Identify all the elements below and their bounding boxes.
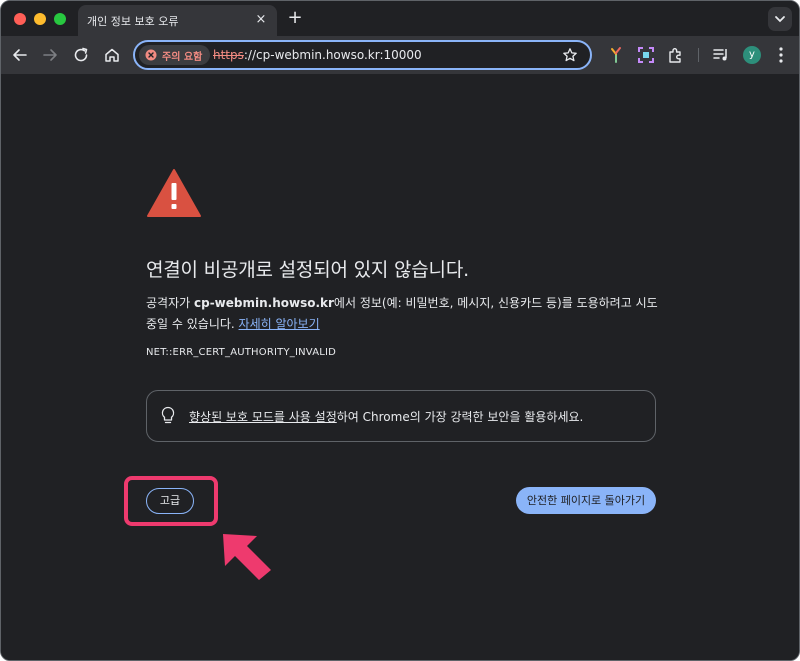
learn-more-link[interactable]: 자세히 알아보기	[239, 317, 320, 331]
browser-window: 개인 정보 보호 오류 × + 주의 요함 https://cp-webmin.…	[0, 0, 800, 661]
enhanced-protection-link[interactable]: 향상된 보호 모드를 사용 설정	[189, 410, 337, 424]
enhanced-protection-banner: 향상된 보호 모드를 사용 설정하여 Chrome의 가장 강력한 보안을 활용…	[146, 390, 656, 442]
tab-search-button[interactable]	[768, 7, 792, 31]
extension-plant-icon[interactable]	[607, 46, 625, 64]
warning-triangle-icon	[147, 169, 201, 217]
toolbar: 주의 요함 https://cp-webmin.howso.kr:10000 y	[1, 36, 799, 74]
explanation-host: cp-webmin.howso.kr	[193, 296, 334, 310]
pointer-arrow-icon	[223, 534, 271, 580]
back-arrow-icon[interactable]	[10, 45, 30, 65]
media-queue-icon[interactable]	[712, 46, 730, 64]
toolbar-separator	[698, 48, 699, 62]
home-icon[interactable]	[102, 45, 122, 65]
page-title: 연결이 비공개로 설정되어 있지 않습니다.	[146, 259, 469, 281]
url-scheme: https	[213, 48, 244, 62]
tab-title: 개인 정보 보호 오류	[87, 15, 179, 28]
enhanced-protection-text: 향상된 보호 모드를 사용 설정하여 Chrome의 가장 강력한 보안을 활용…	[189, 408, 583, 425]
zoom-window-button[interactable]	[54, 13, 66, 25]
explanation-prefix: 공격자가	[146, 296, 194, 310]
not-secure-icon	[145, 49, 157, 61]
security-chip[interactable]: 주의 요함	[139, 45, 211, 65]
address-bar[interactable]: 주의 요함 https://cp-webmin.howso.kr:10000	[133, 40, 592, 70]
reload-icon[interactable]	[71, 45, 91, 65]
url-host: ://cp-webmin.howso.kr:10000	[243, 48, 422, 62]
back-to-safety-button[interactable]: 안전한 페이지로 돌아가기	[516, 487, 656, 514]
explanation-text: 공격자가 cp-webmin.howso.kr에서 정보(예: 비밀번호, 메시…	[146, 293, 666, 335]
url-text[interactable]: https://cp-webmin.howso.kr:10000	[213, 48, 422, 62]
close-window-button[interactable]	[14, 13, 26, 25]
enhanced-protection-suffix: 하여 Chrome의 가장 강력한 보안을 활용하세요.	[336, 410, 584, 424]
new-tab-button[interactable]: +	[285, 8, 305, 28]
tab-close-icon[interactable]: ×	[253, 12, 269, 28]
forward-arrow-icon[interactable]	[40, 45, 60, 65]
advanced-button[interactable]: 고급	[146, 488, 194, 514]
lightbulb-icon	[161, 406, 175, 424]
bookmark-star-icon[interactable]	[562, 47, 578, 63]
extensions-puzzle-icon[interactable]	[667, 46, 685, 64]
more-menu-icon[interactable]	[774, 46, 788, 64]
extension-capture-icon[interactable]	[637, 46, 655, 64]
security-chip-label: 주의 요함	[162, 51, 203, 63]
profile-avatar[interactable]: y	[743, 46, 761, 64]
minimize-window-button[interactable]	[34, 13, 46, 25]
tab-active[interactable]: 개인 정보 보호 오류 ×	[78, 5, 277, 36]
error-code: NET::ERR_CERT_AUTHORITY_INVALID	[146, 347, 337, 358]
interstitial-page: 연결이 비공개로 설정되어 있지 않습니다. 공격자가 cp-webmin.ho…	[1, 74, 799, 660]
chevron-down-icon	[775, 16, 785, 23]
tab-strip: 개인 정보 보호 오류 × +	[1, 1, 799, 36]
